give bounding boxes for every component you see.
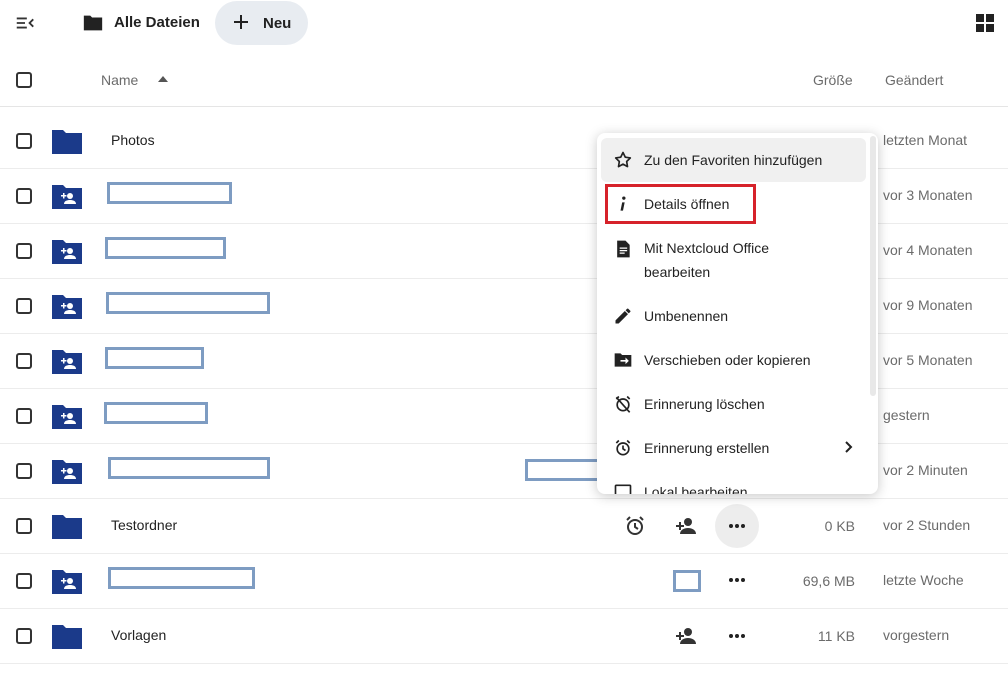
- file-modified: vor 5 Monaten: [883, 352, 973, 368]
- table-row[interactable]: 69,6 MB letzte Woche: [0, 554, 1008, 609]
- alarm-icon[interactable]: [623, 514, 647, 538]
- redacted-name: [107, 182, 232, 204]
- select-all-checkbox[interactable]: [16, 72, 32, 88]
- menu-item-rename[interactable]: Umbenennen: [601, 294, 866, 338]
- file-name[interactable]: Testordner: [111, 517, 177, 533]
- sort-ascending-icon: [158, 76, 168, 82]
- table-row[interactable]: Testordner 0 KB vor 2 Stunden: [0, 499, 1008, 554]
- file-name[interactable]: Photos: [111, 132, 155, 148]
- menu-item-label: Verschieben oder kopieren: [644, 352, 811, 368]
- menu-item-create-reminder[interactable]: Erinnerung erstellen: [601, 426, 866, 470]
- menu-item-label-line2: bearbeiten: [644, 264, 711, 280]
- row-checkbox[interactable]: [16, 133, 32, 149]
- menu-toggle-icon[interactable]: [14, 12, 36, 34]
- file-modified: letzten Monat: [883, 132, 968, 148]
- redacted-name: [108, 567, 255, 589]
- file-modified: vor 9 Monaten: [883, 297, 973, 313]
- document-icon: [617, 240, 630, 258]
- more-dots-icon[interactable]: [727, 626, 747, 646]
- row-checkbox[interactable]: [16, 463, 32, 479]
- shared-folder-icon: [52, 570, 82, 594]
- new-button[interactable]: Neu: [215, 1, 308, 45]
- redacted-name: [106, 292, 270, 314]
- shared-folder-icon: [52, 185, 82, 209]
- shared-folder-icon: [52, 240, 82, 264]
- alarm-icon: [615, 439, 631, 456]
- menu-item-edit-locally[interactable]: Lokal bearbeiten: [601, 470, 866, 494]
- row-checkbox[interactable]: [16, 628, 32, 644]
- menu-item-add-favorite[interactable]: Zu den Favoriten hinzufügen: [601, 138, 866, 182]
- menu-item-move-copy[interactable]: Verschieben oder kopieren: [601, 338, 866, 382]
- new-button-label: Neu: [263, 15, 292, 32]
- share-icon[interactable]: [674, 514, 698, 538]
- file-modified: letzte Woche: [883, 572, 964, 588]
- star-outline-icon: [614, 151, 632, 168]
- file-modified: vor 2 Minuten: [883, 462, 968, 478]
- menu-item-label: Umbenennen: [644, 308, 729, 324]
- pencil-icon: [615, 308, 631, 324]
- menu-item-label: Erinnerung löschen: [644, 396, 765, 412]
- redacted-name: [104, 402, 208, 424]
- redacted-name: [108, 457, 270, 479]
- redacted-name: [105, 347, 204, 369]
- row-checkbox[interactable]: [16, 518, 32, 534]
- folder-icon: [83, 15, 103, 31]
- file-modified: vor 2 Stunden: [883, 517, 971, 533]
- row-checkbox[interactable]: [16, 573, 32, 589]
- row-checkbox[interactable]: [16, 353, 32, 369]
- share-icon[interactable]: [674, 624, 698, 648]
- menu-item-label: Mit Nextcloud Office: [644, 240, 770, 256]
- file-size: 11 KB: [817, 628, 855, 644]
- folder-move-icon: [614, 353, 632, 367]
- row-checkbox[interactable]: [16, 188, 32, 204]
- file-modified: vorgestern: [883, 627, 950, 643]
- table-row[interactable]: Vorlagen 11 KB vorgestern: [0, 609, 1008, 664]
- menu-item-label: Zu den Favoriten hinzufügen: [644, 152, 823, 168]
- file-size: 69,6 MB: [802, 573, 855, 589]
- row-checkbox[interactable]: [16, 243, 32, 259]
- laptop-icon: [614, 484, 632, 494]
- folder-icon: [52, 625, 82, 649]
- highlight-annotation: [605, 184, 756, 224]
- redacted-share-avatar: [673, 570, 701, 592]
- row-checkbox[interactable]: [16, 408, 32, 424]
- app-header: Alle Dateien Neu: [0, 0, 1008, 46]
- alarm-off-icon: [615, 395, 631, 413]
- file-size: 0 KB: [824, 518, 855, 534]
- redacted-share-info: [525, 459, 600, 481]
- menu-item-label: Erinnerung erstellen: [644, 440, 770, 456]
- menu-scrollbar[interactable]: [870, 136, 876, 396]
- plus-icon: [234, 15, 248, 29]
- folder-icon: [52, 515, 82, 539]
- file-name[interactable]: Vorlagen: [111, 627, 166, 643]
- folder-icon: [52, 130, 82, 154]
- grid-view-icon[interactable]: [975, 13, 995, 33]
- actions-button[interactable]: [715, 504, 759, 548]
- shared-folder-icon: [52, 350, 82, 374]
- redacted-name: [105, 237, 226, 259]
- column-modified[interactable]: Geändert: [885, 72, 943, 88]
- file-list-header: Name Größe Geändert: [0, 54, 1008, 107]
- file-modified: vor 4 Monaten: [883, 242, 973, 258]
- menu-item-edit-office[interactable]: Mit Nextcloud Office bearbeiten: [601, 226, 866, 294]
- more-dots-icon[interactable]: [727, 570, 747, 590]
- file-modified: vor 3 Monaten: [883, 187, 973, 203]
- row-checkbox[interactable]: [16, 298, 32, 314]
- column-size[interactable]: Größe: [813, 72, 853, 88]
- chevron-right-icon: [845, 441, 853, 453]
- column-name[interactable]: Name: [101, 72, 138, 88]
- menu-item-delete-reminder[interactable]: Erinnerung löschen: [601, 382, 866, 426]
- shared-folder-icon: [52, 460, 82, 484]
- menu-item-label: Lokal bearbeiten: [644, 484, 748, 494]
- file-modified: gestern: [883, 407, 930, 423]
- more-dots-icon: [729, 524, 745, 528]
- shared-folder-icon: [52, 405, 82, 429]
- breadcrumb-all-files[interactable]: Alle Dateien: [114, 14, 200, 31]
- shared-folder-icon: [52, 295, 82, 319]
